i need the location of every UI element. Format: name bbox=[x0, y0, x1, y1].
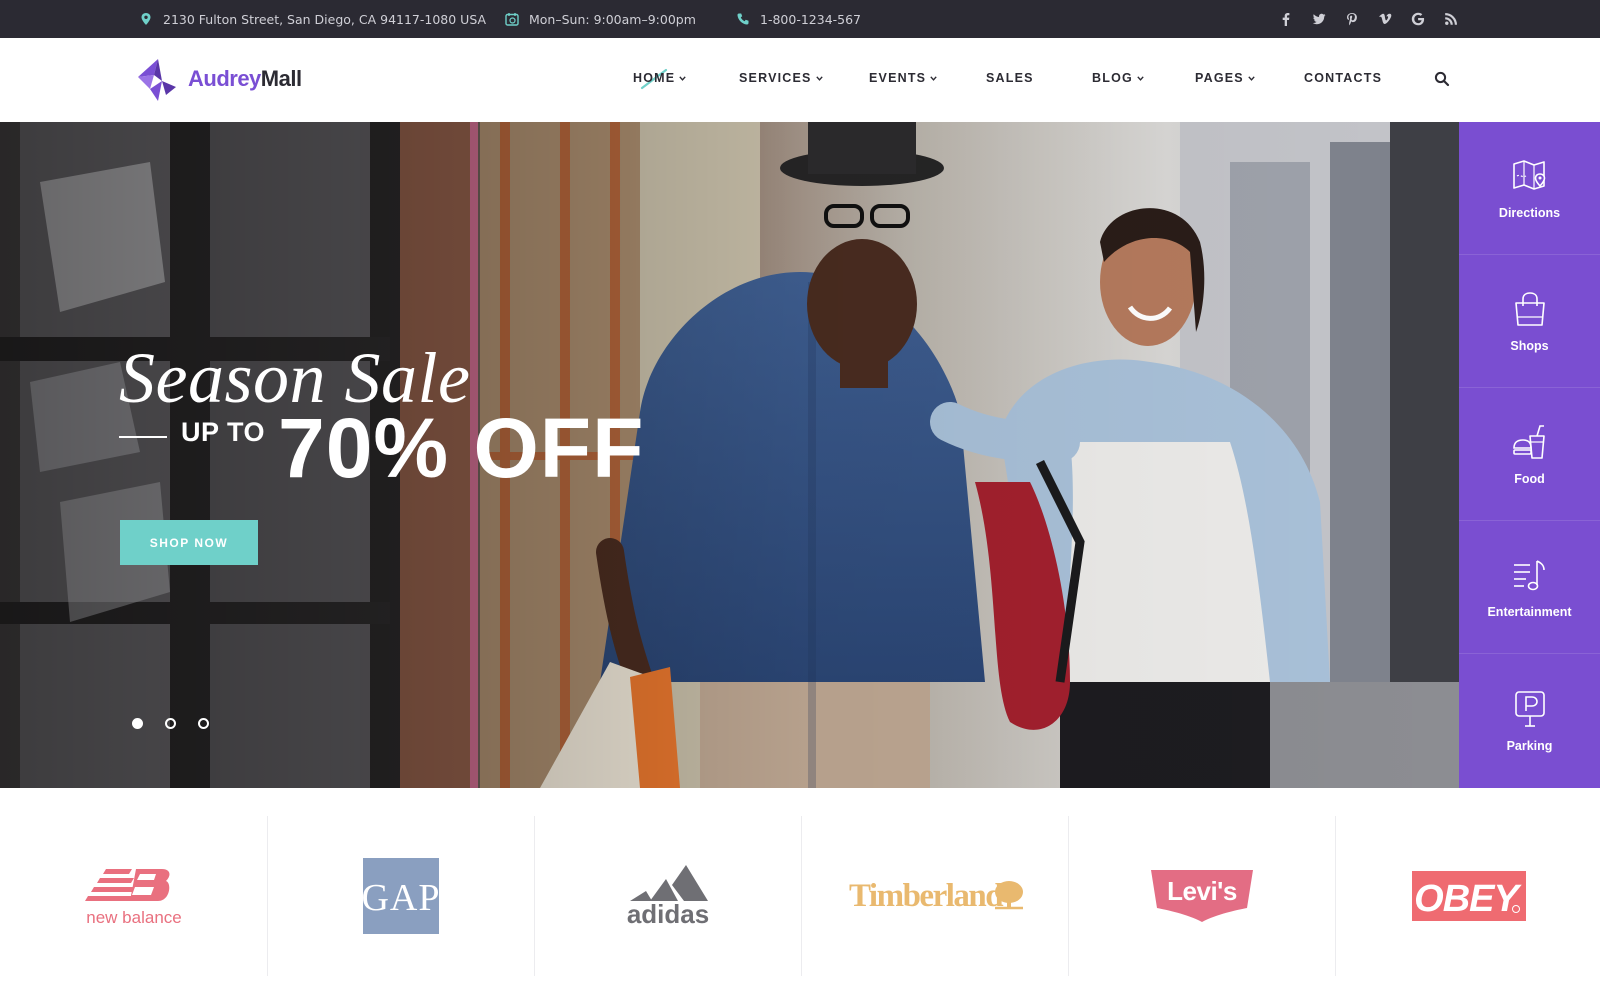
nav-pages-label: PAGES bbox=[1195, 71, 1244, 85]
nav-contacts[interactable]: CONTACTS bbox=[1304, 71, 1382, 85]
timberland-logo: Timberland bbox=[849, 878, 1023, 914]
quick-link-food[interactable]: Food bbox=[1459, 388, 1600, 521]
nav-blog-label: BLOG bbox=[1092, 71, 1133, 85]
quick-links-panel: Directions Shops Food Entertainment Park… bbox=[1459, 122, 1600, 788]
shopping-bag-icon bbox=[1514, 292, 1545, 326]
shop-now-button[interactable]: SHOP NOW bbox=[120, 520, 258, 565]
hero-discount: 70% OFF bbox=[278, 401, 645, 495]
phone-info: 1-800-1234-567 bbox=[736, 0, 861, 38]
map-directions-icon bbox=[1512, 160, 1545, 190]
chevron-down-icon bbox=[930, 75, 937, 81]
nav-services[interactable]: SERVICES bbox=[739, 71, 823, 85]
main-nav: HOME SERVICES EVENTS SALES BLOG PAGES CO… bbox=[0, 38, 1600, 122]
fast-food-icon bbox=[1512, 425, 1545, 459]
nav-blog[interactable]: BLOG bbox=[1092, 71, 1144, 85]
hero-background-image bbox=[0, 122, 1459, 788]
nav-home[interactable]: HOME bbox=[633, 71, 687, 85]
phone-icon bbox=[737, 13, 749, 25]
new-balance-logo: new balance bbox=[84, 869, 181, 927]
slider-pagination bbox=[132, 718, 209, 729]
slider-dot-2[interactable] bbox=[165, 718, 176, 729]
slider-dot-1[interactable] bbox=[132, 718, 143, 729]
chevron-down-icon bbox=[679, 75, 687, 81]
nav-home-label: HOME bbox=[633, 71, 676, 85]
quick-link-directions-label: Directions bbox=[1498, 206, 1561, 220]
nav-contacts-label: CONTACTS bbox=[1304, 71, 1383, 85]
search-icon[interactable] bbox=[1434, 71, 1450, 87]
brand-levis-text: Levi's bbox=[1167, 876, 1237, 906]
pinterest-icon[interactable] bbox=[1345, 12, 1359, 26]
quick-link-shops[interactable]: Shops bbox=[1459, 255, 1600, 388]
brand-logos-strip: new balance GAP adidas Timberland Levi's… bbox=[0, 788, 1600, 1000]
address-info: 2130 Fulton Street, San Diego, CA 94117-… bbox=[139, 0, 486, 38]
map-pin-icon bbox=[141, 13, 151, 25]
brand-timberland-text: Timberland bbox=[849, 878, 1003, 914]
quick-link-food-label: Food bbox=[1514, 472, 1545, 486]
calendar-clock-icon bbox=[505, 13, 519, 26]
facebook-icon[interactable] bbox=[1279, 12, 1293, 26]
twitter-icon[interactable] bbox=[1312, 12, 1326, 26]
hero-divider bbox=[119, 436, 167, 438]
quick-link-parking-label: Parking bbox=[1506, 738, 1553, 753]
music-note-icon bbox=[1513, 560, 1545, 591]
hero-up-to: UP TO bbox=[181, 417, 266, 447]
chevron-down-icon bbox=[1137, 75, 1144, 81]
adidas-logo: adidas bbox=[627, 865, 709, 929]
address-text: 2130 Fulton Street, San Diego, CA 94117-… bbox=[163, 11, 487, 27]
brand-new-balance-text: new balance bbox=[86, 908, 181, 927]
phone-text[interactable]: 1-800-1234-567 bbox=[760, 12, 861, 27]
hero-slider: Season Sale UP TO 70% OFF SHOP NOW bbox=[0, 122, 1459, 788]
brand-obey-text: OBEY bbox=[1414, 878, 1522, 920]
quick-link-directions[interactable]: Directions bbox=[1459, 122, 1600, 255]
brand-adidas[interactable]: adidas bbox=[534, 816, 801, 976]
nav-services-label: SERVICES bbox=[739, 71, 812, 85]
brand-gap-text: GAP bbox=[363, 877, 439, 919]
chevron-down-icon bbox=[815, 75, 823, 81]
parking-sign-icon bbox=[1514, 690, 1545, 727]
slider-dot-3[interactable] bbox=[198, 718, 209, 729]
brand-levis[interactable]: Levi's bbox=[1068, 816, 1335, 976]
google-icon[interactable] bbox=[1411, 12, 1425, 26]
quick-link-shops-label: Shops bbox=[1510, 339, 1549, 353]
nav-sales-label: SALES bbox=[986, 71, 1034, 85]
nav-pages[interactable]: PAGES bbox=[1195, 71, 1255, 85]
rss-icon[interactable] bbox=[1444, 12, 1458, 26]
gap-logo: GAP bbox=[363, 858, 439, 934]
nav-events[interactable]: EVENTS bbox=[869, 71, 937, 85]
top-info-bar: 2130 Fulton Street, San Diego, CA 94117-… bbox=[0, 0, 1600, 38]
brand-new-balance[interactable]: new balance bbox=[0, 816, 267, 976]
brand-timberland[interactable]: Timberland bbox=[801, 816, 1068, 976]
brand-obey[interactable]: OBEY bbox=[1335, 816, 1600, 976]
social-links bbox=[1279, 0, 1458, 38]
nav-sales[interactable]: SALES bbox=[986, 71, 1034, 85]
quick-link-parking[interactable]: Parking bbox=[1459, 654, 1600, 787]
chevron-down-icon bbox=[1248, 75, 1255, 81]
hours-text: Mon–Sun: 9:00am–9:00pm bbox=[529, 11, 696, 27]
brand-adidas-text: adidas bbox=[627, 899, 709, 929]
main-header: AudreyMall HOME SERVICES EVENTS SALES BL… bbox=[0, 38, 1600, 122]
vimeo-icon[interactable] bbox=[1378, 12, 1392, 26]
quick-link-entertainment[interactable]: Entertainment bbox=[1459, 521, 1600, 654]
levis-logo: Levi's bbox=[1151, 870, 1253, 922]
brand-gap[interactable]: GAP bbox=[267, 816, 534, 976]
hours-info: Mon–Sun: 9:00am–9:00pm bbox=[505, 0, 696, 38]
nav-events-label: EVENTS bbox=[869, 71, 927, 85]
quick-link-entertainment-label: Entertainment bbox=[1487, 605, 1572, 619]
obey-logo: OBEY bbox=[1412, 871, 1526, 921]
